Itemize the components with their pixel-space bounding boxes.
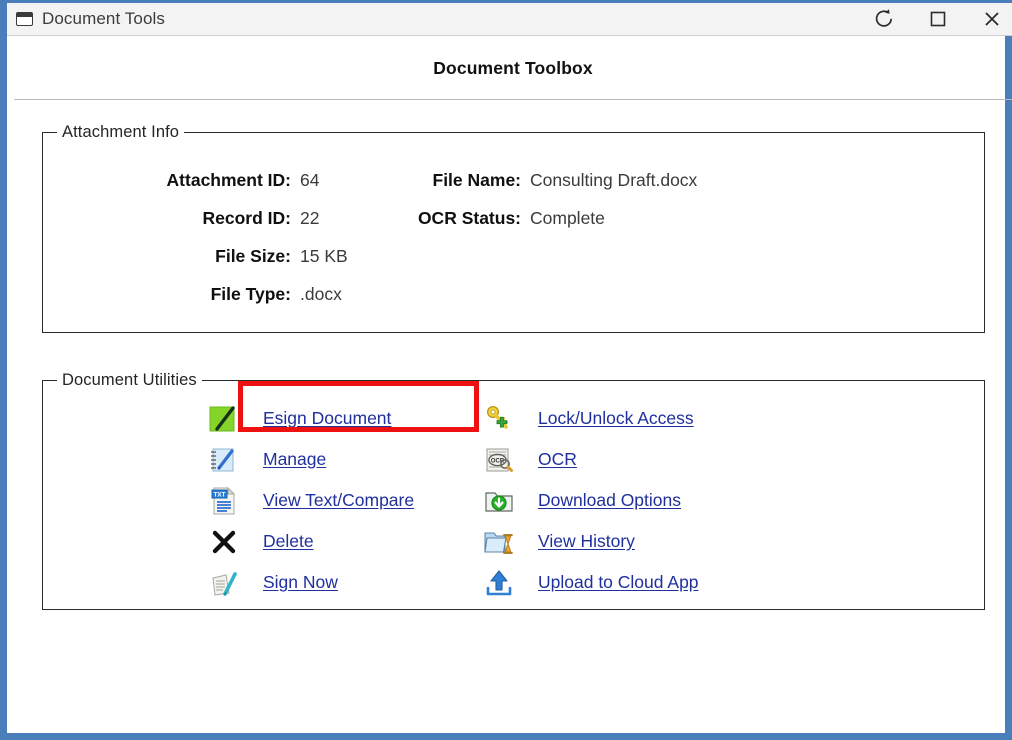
utility-lock-unlock-access[interactable]: Lock/Unlock Access (479, 398, 699, 439)
document-tools-window: Document Tools Document Toolbox Attachme… (0, 0, 1012, 740)
utility-delete[interactable]: Delete (204, 521, 414, 562)
attachment-info-left-column: Attachment ID: 64 Record ID: 22 File Siz… (43, 170, 383, 322)
utility-label[interactable]: Upload to Cloud App (538, 572, 699, 593)
refresh-button[interactable] (857, 3, 911, 36)
utility-view-history[interactable]: View History (479, 521, 699, 562)
utility-view-text-compare[interactable]: TXT View Text/Compare (204, 480, 414, 521)
window-icon (16, 12, 33, 26)
utility-label[interactable]: Sign Now (263, 572, 338, 593)
esign-document-icon (204, 401, 244, 437)
maximize-button[interactable] (911, 3, 965, 36)
field-file-name: File Name: Consulting Draft.docx (396, 170, 826, 208)
utility-label[interactable]: Download Options (538, 490, 681, 511)
attachment-info-right-column: File Name: Consulting Draft.docx OCR Sta… (396, 170, 826, 246)
utility-label[interactable]: View Text/Compare (263, 490, 414, 511)
utility-label[interactable]: Manage (263, 449, 326, 470)
window-title: Document Tools (42, 9, 165, 28)
utility-label[interactable]: OCR (538, 449, 577, 470)
utility-sign-now[interactable]: Sign Now (204, 562, 414, 603)
title-bar-left: Document Tools (7, 9, 857, 29)
utility-manage[interactable]: Manage (204, 439, 414, 480)
utilities-left-column: Esign Document Manage TXT View Text/Comp… (204, 398, 414, 603)
manage-notepad-icon (204, 442, 244, 478)
field-label: File Size: (215, 246, 291, 266)
field-label: File Type: (210, 284, 291, 304)
field-label: Attachment ID: (166, 170, 291, 190)
attachment-info-legend: Attachment Info (62, 123, 180, 141)
download-folder-icon (479, 483, 519, 519)
field-file-size: File Size: 15 KB (43, 246, 383, 284)
sign-now-icon (204, 565, 244, 601)
field-file-type: File Type: .docx (43, 284, 383, 322)
utility-ocr[interactable]: OCR OCR (479, 439, 699, 480)
field-label: Record ID: (202, 208, 291, 228)
utility-label[interactable]: Lock/Unlock Access (538, 408, 694, 429)
document-utilities-legend: Document Utilities (62, 371, 197, 389)
field-value: 15 KB (300, 246, 348, 266)
field-label: OCR Status: (417, 208, 521, 228)
document-utilities-body: Esign Document Manage TXT View Text/Comp… (43, 390, 984, 609)
delete-x-icon (204, 524, 244, 560)
field-attachment-id: Attachment ID: 64 (43, 170, 383, 208)
maximize-icon (930, 11, 946, 27)
attachment-info-body: Attachment ID: 64 Record ID: 22 File Siz… (43, 142, 984, 332)
field-value: .docx (300, 284, 342, 304)
attachment-info-panel: Attachment Info Attachment ID: 64 Record… (42, 123, 985, 333)
svg-text:TXT: TXT (214, 491, 226, 498)
refresh-icon (875, 9, 893, 27)
utility-esign-document[interactable]: Esign Document (204, 398, 414, 439)
field-value: 22 (300, 208, 320, 228)
utility-label[interactable]: View History (538, 531, 635, 552)
field-ocr-status: OCR Status: Complete (396, 208, 826, 246)
field-value: 64 (300, 170, 320, 190)
field-value: Complete (530, 208, 605, 228)
utility-label[interactable]: Delete (263, 531, 314, 552)
close-icon (985, 12, 999, 26)
close-button[interactable] (965, 3, 1012, 36)
utility-upload-to-cloud-app[interactable]: Upload to Cloud App (479, 562, 699, 603)
title-bar: Document Tools (7, 0, 1012, 36)
key-access-icon (479, 401, 519, 437)
document-utilities-panel: Document Utilities Esign Document Manage… (42, 371, 985, 610)
field-label: File Name: (432, 170, 522, 190)
history-folder-icon (479, 524, 519, 560)
text-document-icon: TXT (204, 483, 244, 519)
upload-arrow-icon (479, 565, 519, 601)
utility-label[interactable]: Esign Document (263, 408, 391, 429)
utilities-right-column: Lock/Unlock Access OCR OCR Download Opti… (479, 398, 699, 603)
ocr-scan-icon: OCR (479, 442, 519, 478)
page-title: Document Toolbox (433, 58, 593, 78)
utility-download-options[interactable]: Download Options (479, 480, 699, 521)
field-value: Consulting Draft.docx (530, 170, 698, 190)
field-record-id: Record ID: 22 (43, 208, 383, 246)
window-controls (857, 3, 1012, 35)
header-divider (14, 99, 1012, 100)
